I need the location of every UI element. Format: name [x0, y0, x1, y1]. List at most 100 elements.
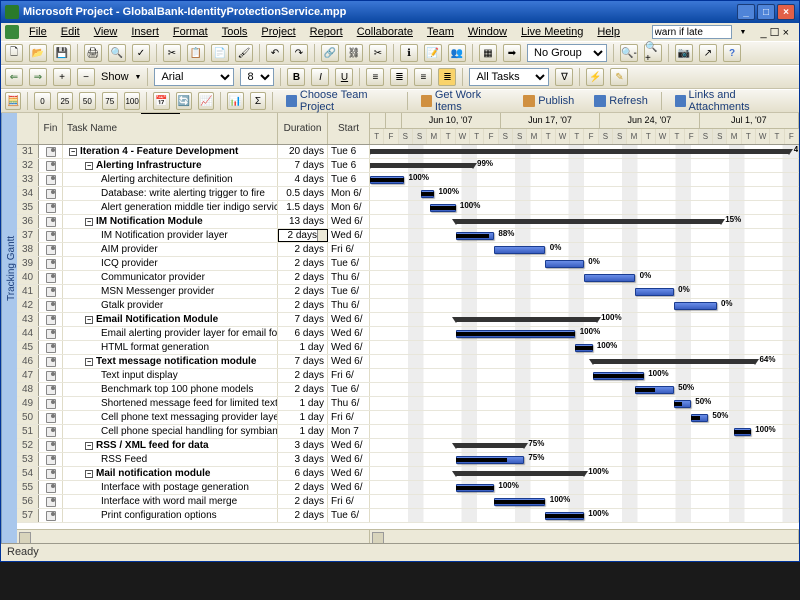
- group-select[interactable]: No Group: [527, 44, 607, 62]
- row-number[interactable]: 33: [17, 173, 39, 186]
- baseline-button[interactable]: 📊: [227, 92, 243, 110]
- start-cell[interactable]: Thu 6/: [328, 397, 370, 410]
- menu-file[interactable]: File: [23, 25, 53, 39]
- paste-button[interactable]: 📄: [211, 44, 229, 62]
- row-number[interactable]: 51: [17, 425, 39, 438]
- start-cell[interactable]: Fri 6/: [328, 495, 370, 508]
- row-number[interactable]: 43: [17, 313, 39, 326]
- duration-cell[interactable]: 1 day: [278, 425, 328, 438]
- outline-toggle-icon[interactable]: −: [85, 162, 93, 170]
- task-row[interactable]: 52−RSS / XML feed for data3 daysWed 6/75…: [17, 439, 799, 453]
- row-number[interactable]: 42: [17, 299, 39, 312]
- progress-line-button[interactable]: 📈: [198, 92, 214, 110]
- duration-cell[interactable]: 13 days: [278, 215, 328, 228]
- task-row[interactable]: 56Interface with word mail merge2 daysFr…: [17, 495, 799, 509]
- row-number[interactable]: 47: [17, 369, 39, 382]
- task-bar[interactable]: [494, 246, 545, 254]
- undo-button[interactable]: ↶: [266, 44, 284, 62]
- duration-cell[interactable]: 1 day: [278, 341, 328, 354]
- row-number[interactable]: 41: [17, 285, 39, 298]
- outline-toggle-icon[interactable]: −: [69, 148, 77, 156]
- task-row[interactable]: 38AIM provider2 daysFri 6/0%: [17, 243, 799, 257]
- task-row[interactable]: 32−Alerting Infrastructure7 daysTue 699%: [17, 159, 799, 173]
- hscroll-right[interactable]: [370, 530, 799, 543]
- row-number[interactable]: 52: [17, 439, 39, 452]
- duration-cell[interactable]: 6 days: [278, 327, 328, 340]
- duration-cell[interactable]: 6 days: [278, 467, 328, 480]
- task-name-cell[interactable]: Gtalk provider: [63, 299, 278, 312]
- task-row[interactable]: 50Cell phone text messaging provider lay…: [17, 411, 799, 425]
- underline-button[interactable]: U: [335, 68, 353, 86]
- task-name-cell[interactable]: Communicator provider: [63, 271, 278, 284]
- duration-cell[interactable]: 7 days: [278, 313, 328, 326]
- task-row[interactable]: 53RSS Feed3 daysWed 6/75%: [17, 453, 799, 467]
- start-cell[interactable]: Fri 6/: [328, 243, 370, 256]
- outline-toggle-icon[interactable]: −: [85, 218, 93, 226]
- italic-button[interactable]: I: [311, 68, 329, 86]
- publish-button[interactable]: Publish: [516, 91, 581, 111]
- duration-cell[interactable]: 2 days: [278, 369, 328, 382]
- align-right-button[interactable]: ≡: [414, 68, 432, 86]
- start-cell[interactable]: Tue 6/: [328, 285, 370, 298]
- task-bar[interactable]: [545, 260, 584, 268]
- start-cell[interactable]: Wed 6/: [328, 481, 370, 494]
- row-number[interactable]: 37: [17, 229, 39, 242]
- link-button[interactable]: 🔗: [321, 44, 339, 62]
- outline-toggle-icon[interactable]: −: [85, 442, 93, 450]
- task-row[interactable]: 35Alert generation middle tier indigo se…: [17, 201, 799, 215]
- hscroll-left[interactable]: [17, 530, 370, 543]
- start-cell[interactable]: Tue 6/: [328, 509, 370, 522]
- start-cell[interactable]: Wed 6/: [328, 439, 370, 452]
- col-duration[interactable]: Duration: [278, 113, 328, 144]
- duration-cell[interactable]: 2 days: [278, 495, 328, 508]
- task-row[interactable]: 43−Email Notification Module7 daysWed 6/…: [17, 313, 799, 327]
- duration-cell[interactable]: 1.5 days: [278, 201, 328, 214]
- task-name-cell[interactable]: Benchmark top 100 phone models: [63, 383, 278, 396]
- menu-format[interactable]: Format: [167, 25, 214, 39]
- start-cell[interactable]: Mon 6/: [328, 201, 370, 214]
- row-number[interactable]: 36: [17, 215, 39, 228]
- task-name-cell[interactable]: Shortened message feed for limited text …: [63, 397, 278, 410]
- duration-cell[interactable]: 2 days: [278, 509, 328, 522]
- menu-window[interactable]: Window: [462, 25, 513, 39]
- task-row[interactable]: 40Communicator provider2 daysThu 6/0%: [17, 271, 799, 285]
- links-attachments-button[interactable]: Links and Attachments: [668, 91, 795, 111]
- duration-cell[interactable]: 1 day: [278, 411, 328, 424]
- duration-cell[interactable]: 2 days: [278, 285, 328, 298]
- choose-team-project-button[interactable]: Choose Team Project: [279, 91, 401, 111]
- row-number[interactable]: 49: [17, 397, 39, 410]
- t0-button[interactable]: 0: [34, 92, 50, 110]
- refresh-button[interactable]: Refresh: [587, 91, 655, 111]
- menu-project[interactable]: Project: [255, 25, 301, 39]
- t50-button[interactable]: 50: [79, 92, 95, 110]
- task-name-cell[interactable]: IM Notification provider layer: [63, 229, 278, 242]
- col-taskname[interactable]: Task Name: [63, 113, 278, 144]
- row-number[interactable]: 54: [17, 467, 39, 480]
- start-cell[interactable]: Mon 7: [328, 425, 370, 438]
- start-cell[interactable]: Wed 6/: [328, 341, 370, 354]
- minus-button[interactable]: −: [77, 68, 95, 86]
- t25-button[interactable]: 25: [57, 92, 73, 110]
- autofilter-button[interactable]: ∇: [555, 68, 573, 86]
- duration-cell[interactable]: 0.5 days: [278, 187, 328, 200]
- task-name-cell[interactable]: −Iteration 4 - Feature Development: [63, 145, 278, 158]
- task-name-cell[interactable]: Database: write alerting trigger to fire: [63, 187, 278, 200]
- task-name-cell[interactable]: MSN Messenger provider: [63, 285, 278, 298]
- close-button[interactable]: ×: [777, 4, 795, 20]
- new-button[interactable]: 🗋: [5, 44, 23, 62]
- font-select[interactable]: Arial: [154, 68, 234, 86]
- outdent-button[interactable]: ⇐: [5, 68, 23, 86]
- task-name-cell[interactable]: AIM provider: [63, 243, 278, 256]
- highlight-button[interactable]: ✎: [610, 68, 628, 86]
- title-bar[interactable]: Microsoft Project - GlobalBank-IdentityP…: [1, 1, 799, 23]
- task-row[interactable]: 34Database: write alerting trigger to fi…: [17, 187, 799, 201]
- task-name-cell[interactable]: Print configuration options: [63, 509, 278, 522]
- start-cell[interactable]: Fri 6/: [328, 369, 370, 382]
- task-name-cell[interactable]: −Mail notification module: [63, 467, 278, 480]
- task-name-cell[interactable]: −Email Notification Module: [63, 313, 278, 326]
- duration-cell[interactable]: 3 days: [278, 439, 328, 452]
- zoom-in-button[interactable]: 🔍+: [644, 44, 662, 62]
- duration-cell[interactable]: 1 day: [278, 397, 328, 410]
- task-row[interactable]: 31−Iteration 4 - Feature Development20 d…: [17, 145, 799, 159]
- task-row[interactable]: 57Print configuration options2 daysTue 6…: [17, 509, 799, 523]
